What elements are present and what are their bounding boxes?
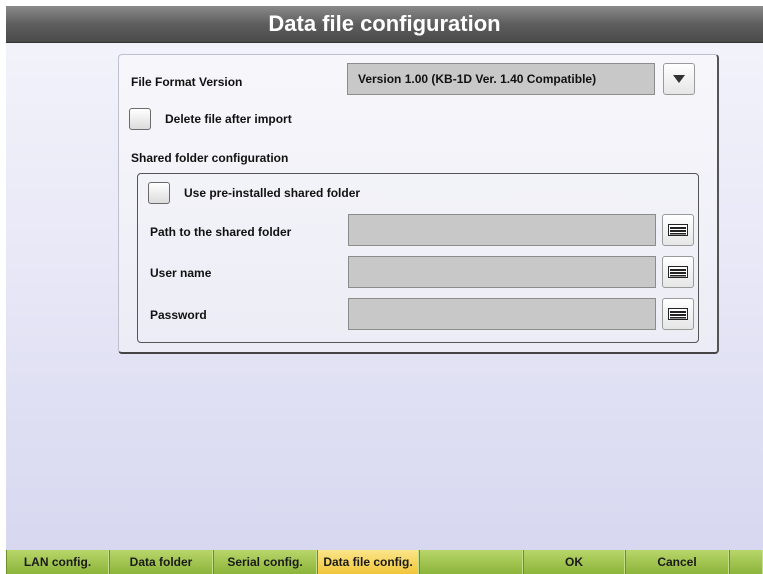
use-preinstalled-checkbox[interactable]: [148, 182, 170, 204]
chevron-down-icon: [673, 75, 685, 83]
tab-data-folder[interactable]: Data folder: [109, 550, 213, 574]
tab-empty-2: [729, 550, 763, 574]
password-keyboard-button[interactable]: [662, 298, 694, 330]
title-bar: Data file configuration: [6, 6, 763, 43]
file-format-label: File Format Version: [131, 75, 243, 89]
username-input[interactable]: [348, 256, 656, 288]
username-label: User name: [150, 266, 212, 280]
username-keyboard-button[interactable]: [662, 256, 694, 288]
password-label: Password: [150, 308, 207, 322]
tab-serial-config[interactable]: Serial config.: [213, 550, 317, 574]
keyboard-icon: [668, 308, 688, 320]
file-format-dropdown-button[interactable]: [663, 63, 695, 95]
tab-data-file-config[interactable]: Data file config.: [317, 550, 419, 574]
bottom-tab-bar: LAN config. Data folder Serial config. D…: [6, 550, 763, 574]
password-input[interactable]: [348, 298, 656, 330]
file-format-select[interactable]: Version 1.00 (KB-1D Ver. 1.40 Compatible…: [347, 63, 655, 95]
config-panel: File Format Version Version 1.00 (KB-1D …: [118, 54, 719, 354]
path-input[interactable]: [348, 214, 656, 246]
use-preinstalled-label: Use pre-installed shared folder: [184, 186, 361, 200]
ok-button[interactable]: OK: [523, 550, 625, 574]
dialog-window: Data file configuration File Format Vers…: [6, 6, 763, 574]
delete-after-import-label: Delete file after import: [165, 112, 292, 126]
shared-folder-heading: Shared folder configuration: [131, 151, 289, 165]
window-title: Data file configuration: [268, 11, 501, 36]
path-label: Path to the shared folder: [150, 225, 292, 239]
tab-empty-1: [419, 550, 523, 574]
tab-lan-config[interactable]: LAN config.: [6, 550, 109, 574]
delete-after-import-checkbox[interactable]: [129, 108, 151, 130]
shared-folder-group: Use pre-installed shared folder Path to …: [137, 173, 699, 343]
keyboard-icon: [668, 224, 688, 236]
cancel-button[interactable]: Cancel: [625, 550, 729, 574]
path-keyboard-button[interactable]: [662, 214, 694, 246]
keyboard-icon: [668, 266, 688, 278]
